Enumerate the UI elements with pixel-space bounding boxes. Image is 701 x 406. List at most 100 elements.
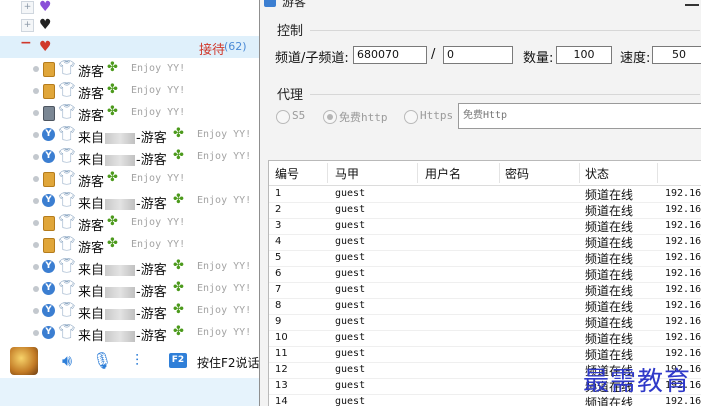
column-separator[interactable] (327, 163, 328, 183)
cell-status: 频道在线 (585, 332, 634, 346)
table-row[interactable]: 6 guest 频道在线 192.168 (269, 266, 701, 283)
channel-input[interactable] (353, 46, 427, 64)
cell-id: 14 (275, 396, 288, 406)
cell-vest: guest (335, 380, 366, 391)
app-icon (264, 0, 276, 7)
contact-signature: Enjoy YY! (197, 129, 252, 140)
column-separator[interactable] (657, 163, 658, 183)
user-shirt-icon: 👕︎ (58, 302, 76, 318)
table-row[interactable]: 4 guest 频道在线 192.168 (269, 234, 701, 251)
contact-row[interactable]: Y 👕︎ 来自 -游客 ✤ Enjoy YY! (0, 256, 262, 278)
contact-row[interactable]: 👕︎ 游客 ✤ Enjoy YY! (0, 58, 262, 80)
speed-input[interactable] (652, 46, 701, 64)
contact-row[interactable]: Y 👕︎ 来自 -游客 ✤ Enjoy YY! (0, 300, 262, 322)
contact-row[interactable]: 👕︎ 游客 ✤ Enjoy YY! (0, 168, 262, 190)
user-shirt-icon: 👕︎ (58, 324, 76, 340)
status-dot-icon (33, 66, 39, 72)
radio-free-http-label: 免费http (339, 111, 388, 124)
contact-row[interactable]: Y 👕︎ 来自 -游客 ✤ Enjoy YY! (0, 190, 262, 212)
dialog-title: 游客 (282, 0, 307, 9)
group-active[interactable]: − ♥ 接待 (62) (0, 36, 262, 58)
table-row[interactable]: 3 guest 频道在线 192.168 (269, 218, 701, 235)
cell-ip: 192.168 (665, 220, 701, 231)
contact-name: 来自 -游客 (78, 197, 167, 212)
contact-row[interactable]: 👕︎ 游客 ✤ Enjoy YY! (0, 234, 262, 256)
column-separator[interactable] (579, 163, 580, 183)
column-header-password[interactable]: 密码 (505, 165, 529, 182)
table-row[interactable]: 10 guest 频道在线 192.168 (269, 330, 701, 347)
radio-https[interactable] (404, 110, 418, 124)
contact-row[interactable]: Y 👕︎ 来自 -游客 ✤ Enjoy YY! (0, 146, 262, 168)
divider (310, 30, 700, 31)
user-shirt-icon: 👕︎ (58, 148, 76, 164)
leaf-icon: ✤ (173, 258, 184, 273)
column-header-status[interactable]: 状态 (585, 165, 609, 182)
contact-signature: Enjoy YY! (131, 217, 186, 228)
channel-separator: / (431, 47, 436, 62)
cell-vest: guest (335, 268, 366, 279)
cell-vest: guest (335, 252, 366, 263)
column-header-vest[interactable]: 马甲 (335, 165, 359, 182)
radio-s5-label: S5 (292, 109, 306, 122)
cell-vest: guest (335, 316, 366, 327)
group-collapsed-black[interactable]: + ♥ (0, 14, 262, 36)
dialog-titlebar[interactable]: 游客 (260, 0, 701, 12)
status-dot-icon (33, 264, 39, 270)
contact-list-panel: + ♥ + ♥ − ♥ 接待 (62) 👕︎ 游客 ✤ Enjoy YY! 👕︎ 游客 ✤ E… (0, 0, 262, 406)
radio-s5[interactable] (276, 110, 290, 124)
cell-id: 11 (275, 348, 288, 359)
contact-row[interactable]: 👕︎ 游客 ✤ Enjoy YY! (0, 102, 262, 124)
cell-status: 频道在线 (585, 188, 634, 202)
channel-label: 频道/子频道: (275, 51, 349, 66)
leaf-icon: ✤ (173, 280, 184, 295)
cell-vest: guest (335, 364, 366, 375)
table-row[interactable]: 7 guest 频道在线 192.168 (269, 282, 701, 299)
expand-icon[interactable]: + (21, 1, 34, 14)
cell-vest: guest (335, 236, 366, 247)
column-header-id[interactable]: 编号 (275, 165, 299, 182)
contact-row[interactable]: 👕︎ 游客 ✤ Enjoy YY! (0, 212, 262, 234)
f2-key-icon[interactable]: F2 (169, 353, 187, 368)
cell-ip: 192.168 (665, 300, 701, 311)
cell-id: 3 (275, 220, 282, 231)
contact-name: 来自 -游客 (78, 131, 167, 146)
redacted-text (105, 199, 136, 210)
contact-row[interactable]: Y 👕︎ 来自 -游客 ✤ Enjoy YY! (0, 322, 262, 344)
quantity-input[interactable] (556, 46, 612, 64)
subchannel-input[interactable] (443, 46, 513, 64)
user-shirt-icon: 👕︎ (58, 170, 76, 186)
cell-vest: guest (335, 300, 366, 311)
equalizer-icon[interactable]: ⫶ (128, 352, 146, 370)
contact-name: 游客 (78, 65, 105, 80)
status-dot-icon (33, 132, 39, 138)
microphone-icon[interactable]: 🎙︎ (92, 352, 112, 370)
user-shirt-icon: 👕︎ (58, 236, 76, 252)
expand-icon[interactable]: + (21, 19, 34, 32)
table-row[interactable]: 9 guest 频道在线 192.168 (269, 314, 701, 331)
table-row[interactable]: 1 guest 频道在线 192.168 (269, 186, 701, 203)
contact-row[interactable]: Y 👕︎ 来自 -游客 ✤ Enjoy YY! (0, 278, 262, 300)
mobile-phone-icon (43, 172, 55, 187)
minimize-button[interactable] (685, 0, 699, 6)
column-separator[interactable] (417, 163, 418, 183)
collapse-icon[interactable]: − (20, 36, 32, 50)
cell-ip: 192.168 (665, 316, 701, 327)
column-header-username[interactable]: 用户名 (425, 165, 461, 182)
table-row[interactable]: 8 guest 频道在线 192.168 (269, 298, 701, 315)
column-separator[interactable] (499, 163, 500, 183)
table-row[interactable]: 2 guest 频道在线 192.168 (269, 202, 701, 219)
contact-row[interactable]: 👕︎ 游客 ✤ Enjoy YY! (0, 80, 262, 102)
redacted-text (105, 331, 136, 342)
speaker-icon[interactable]: 🔊︎ (58, 352, 76, 370)
yy-client-icon: Y (42, 260, 55, 273)
proxy-textarea[interactable]: 免费Http (458, 103, 701, 129)
user-avatar[interactable] (10, 347, 38, 375)
cell-id: 12 (275, 364, 288, 375)
user-shirt-icon: 👕︎ (58, 214, 76, 230)
contact-name: 来自 -游客 (78, 329, 167, 344)
cell-vest: guest (335, 220, 366, 231)
contact-name: 游客 (78, 219, 105, 234)
table-row[interactable]: 5 guest 频道在线 192.168 (269, 250, 701, 267)
radio-free-http[interactable] (323, 110, 337, 124)
contact-row[interactable]: Y 👕︎ 来自 -游客 ✤ Enjoy YY! (0, 124, 262, 146)
